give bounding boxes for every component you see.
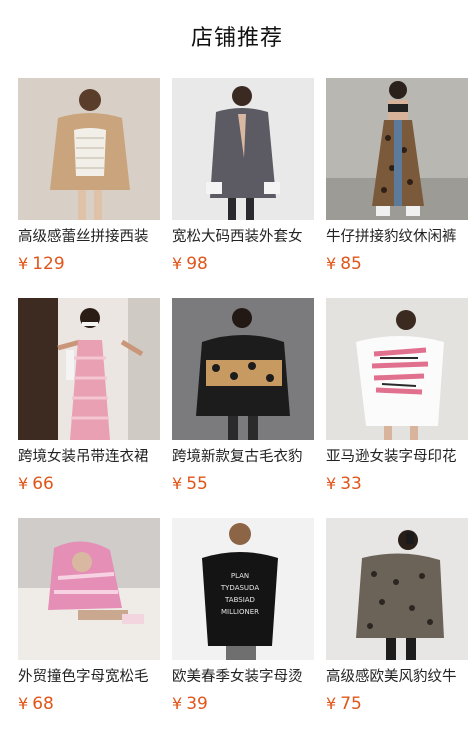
product-name: 亚马逊女装字母印花 — [326, 449, 457, 465]
product-name: 跨境女装吊带连衣裙 — [18, 449, 149, 465]
product-name: 高级感欧美风豹纹牛 — [326, 669, 457, 685]
currency-symbol: ¥ — [18, 254, 29, 273]
svg-text:MILLIONER: MILLIONER — [221, 608, 259, 616]
currency-symbol: ¥ — [172, 474, 183, 493]
currency-symbol: ¥ — [18, 474, 29, 493]
product-image-black-letter-print-tee[interactable]: PLAN TYDASUDA TABSIAD MILLIONER — [172, 518, 314, 660]
product-image-pink-letter-hoodie[interactable] — [18, 518, 160, 660]
price-value: 33 — [340, 474, 362, 494]
product-image-grey-oversized-blazer[interactable] — [172, 78, 314, 220]
currency-symbol: ¥ — [326, 254, 337, 273]
product-name: 外贸撞色字母宽松毛 — [18, 669, 149, 685]
page-title: 店铺推荐 — [190, 26, 283, 51]
svg-text:TYDASUDA: TYDASUDA — [220, 584, 259, 592]
price-value: 98 — [186, 254, 208, 274]
product-name: 跨境新款复古毛衣豹 — [172, 449, 303, 465]
product-image-beige-corset-blazer[interactable] — [18, 78, 160, 220]
product-price: ¥129 — [18, 252, 65, 276]
price-value: 75 — [340, 694, 362, 714]
product-price: ¥55 — [172, 472, 208, 496]
price-value: 55 — [186, 474, 208, 494]
currency-symbol: ¥ — [326, 474, 337, 493]
product-image-leopard-denim-pants[interactable] — [326, 78, 468, 220]
product-card[interactable]: PLAN TYDASUDA TABSIAD MILLIONER 欧美春季女装字母… — [172, 518, 314, 728]
product-price: ¥66 — [18, 472, 54, 496]
price-value: 39 — [186, 694, 208, 714]
product-price: ¥75 — [326, 692, 362, 716]
product-card[interactable]: 跨境女装吊带连衣裙 ¥66 — [18, 298, 160, 508]
product-card[interactable]: 外贸撞色字母宽松毛 ¥68 — [18, 518, 160, 728]
product-card[interactable]: 高级感欧美风豹纹牛 ¥75 — [326, 518, 468, 728]
price-value: 66 — [32, 474, 54, 494]
product-card[interactable]: 牛仔拼接豹纹休闲裤 ¥85 — [326, 78, 468, 288]
svg-text:TABSIAD: TABSIAD — [224, 596, 255, 604]
product-image-white-letter-print-tee[interactable] — [326, 298, 468, 440]
product-name: 牛仔拼接豹纹休闲裤 — [326, 229, 457, 245]
product-name: 宽松大码西装外套女 — [172, 229, 303, 245]
product-image-leopard-denim-jacket[interactable] — [326, 518, 468, 660]
product-price: ¥98 — [172, 252, 208, 276]
product-name: 高级感蕾丝拼接西装 — [18, 229, 149, 245]
product-image-black-leopard-sweater[interactable] — [172, 298, 314, 440]
product-price: ¥68 — [18, 692, 54, 716]
product-price: ¥39 — [172, 692, 208, 716]
product-price: ¥33 — [326, 472, 362, 496]
price-value: 85 — [340, 254, 362, 274]
currency-symbol: ¥ — [172, 254, 183, 273]
product-name: 欧美春季女装字母烫 — [172, 669, 303, 685]
currency-symbol: ¥ — [172, 694, 183, 713]
currency-symbol: ¥ — [18, 694, 29, 713]
product-card[interactable]: 跨境新款复古毛衣豹 ¥55 — [172, 298, 314, 508]
product-card[interactable]: 亚马逊女装字母印花 ¥33 — [326, 298, 468, 508]
price-value: 68 — [32, 694, 54, 714]
svg-text:PLAN: PLAN — [231, 572, 249, 580]
product-card[interactable]: 宽松大码西装外套女 ¥98 — [172, 78, 314, 288]
product-price: ¥85 — [326, 252, 362, 276]
product-card[interactable]: 高级感蕾丝拼接西装 ¥129 — [18, 78, 160, 288]
product-image-pink-knit-slip-dress[interactable] — [18, 298, 160, 440]
price-value: 129 — [32, 254, 65, 274]
currency-symbol: ¥ — [326, 694, 337, 713]
